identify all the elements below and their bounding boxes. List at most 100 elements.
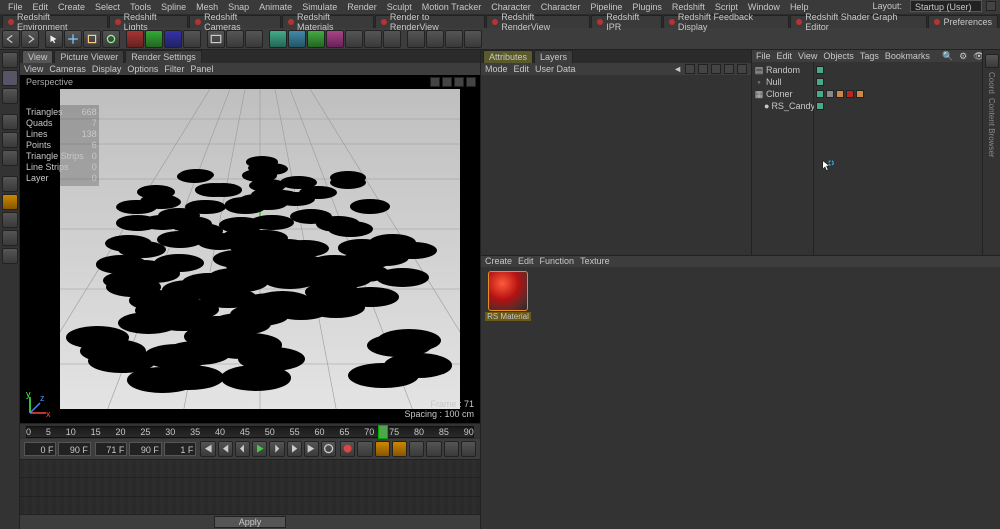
- viewport-maximize-icon[interactable]: [466, 77, 476, 87]
- viewport-menu-item[interactable]: Display: [92, 64, 122, 74]
- timeline-playhead[interactable]: [378, 425, 388, 439]
- menu-item[interactable]: Snap: [224, 2, 253, 12]
- viewport-menu-item[interactable]: View: [24, 64, 43, 74]
- goto-end-button[interactable]: [304, 441, 319, 457]
- menu-item[interactable]: Create: [54, 2, 89, 12]
- tab-redshift-environment[interactable]: Redshift Environment: [2, 15, 108, 28]
- layout-menu-icon[interactable]: [986, 1, 996, 11]
- dope-row[interactable]: [20, 497, 480, 515]
- render-button[interactable]: [207, 30, 225, 48]
- spline-tool[interactable]: [288, 30, 306, 48]
- point-mode[interactable]: [2, 114, 18, 130]
- menu-item[interactable]: Spline: [157, 2, 190, 12]
- xaxis-lock[interactable]: [126, 30, 144, 48]
- obj-menu-item[interactable]: Tags: [860, 51, 879, 61]
- tab-attributes[interactable]: Attributes: [483, 50, 533, 63]
- tab-redshift-lights[interactable]: Redshift Lights: [109, 15, 189, 28]
- tab-render-to-renderview[interactable]: Render to RenderView: [375, 15, 485, 28]
- enable-axis[interactable]: [2, 176, 18, 192]
- visibility-tag[interactable]: [816, 66, 824, 74]
- field-tool[interactable]: [426, 30, 444, 48]
- key-param-button[interactable]: [444, 441, 459, 457]
- menu-item[interactable]: Character: [487, 2, 535, 12]
- menu-item[interactable]: Motion Tracker: [418, 2, 486, 12]
- render-settings-button[interactable]: [245, 30, 263, 48]
- scale-tool[interactable]: [83, 30, 101, 48]
- undo-button[interactable]: [2, 30, 20, 48]
- tab-picture-viewer[interactable]: Picture Viewer: [54, 50, 124, 63]
- generator-tool[interactable]: [307, 30, 325, 48]
- dopesheet[interactable]: [20, 459, 480, 515]
- attr-icon[interactable]: [737, 64, 747, 74]
- menu-item[interactable]: Mesh: [192, 2, 222, 12]
- simulate-tool[interactable]: [464, 30, 482, 48]
- visibility-tag[interactable]: [816, 78, 824, 86]
- yaxis-lock[interactable]: [145, 30, 163, 48]
- tab-redshift-feedback-display[interactable]: Redshift Feedback Display: [663, 15, 789, 28]
- tab-redshift-shader-graph[interactable]: Redshift Shader Graph Editor: [790, 15, 927, 28]
- menu-item[interactable]: Select: [91, 2, 124, 12]
- tab-layers[interactable]: Layers: [534, 50, 573, 63]
- loop-button[interactable]: [321, 441, 336, 457]
- key-pla-button[interactable]: [461, 441, 476, 457]
- dynamics-tool[interactable]: [445, 30, 463, 48]
- gear-icon[interactable]: ⚙: [959, 51, 967, 62]
- mat-menu-item[interactable]: Texture: [580, 256, 610, 266]
- snap-toggle[interactable]: [2, 212, 18, 228]
- key-scale-button[interactable]: [409, 441, 424, 457]
- tree-item-null[interactable]: ◦ Null: [754, 76, 811, 88]
- select-tool[interactable]: [45, 30, 63, 48]
- attr-menu-item[interactable]: User Data: [535, 64, 576, 74]
- zaxis-lock[interactable]: [164, 30, 182, 48]
- redo-button[interactable]: [21, 30, 39, 48]
- viewport-menu-item[interactable]: Options: [127, 64, 158, 74]
- tree-item-random[interactable]: ▤ Random: [754, 64, 811, 76]
- object-tags[interactable]: [814, 62, 982, 255]
- redshift-tag[interactable]: [856, 90, 864, 98]
- attr-menu-item[interactable]: Edit: [514, 64, 530, 74]
- menu-item[interactable]: Animate: [255, 2, 296, 12]
- obj-menu-item[interactable]: View: [798, 51, 817, 61]
- object-tree[interactable]: ▤ Random ◦ Null ▦ Cloner ●: [752, 62, 814, 255]
- attr-icon[interactable]: [724, 64, 734, 74]
- rotate-tool[interactable]: [102, 30, 120, 48]
- move-tool[interactable]: [64, 30, 82, 48]
- tab-redshift-cameras[interactable]: Redshift Cameras: [189, 15, 281, 28]
- current-frame-field[interactable]: 71 F: [95, 442, 127, 456]
- render-region-button[interactable]: [226, 30, 244, 48]
- menu-item[interactable]: Tools: [126, 2, 155, 12]
- dope-row[interactable]: [20, 478, 480, 496]
- environment-tool[interactable]: [345, 30, 363, 48]
- obj-menu-item[interactable]: Edit: [777, 51, 793, 61]
- step-field[interactable]: 1 F: [164, 442, 196, 456]
- viewport-solo[interactable]: [2, 194, 18, 210]
- layout-dropdown[interactable]: Startup (User): [910, 0, 982, 12]
- play-button[interactable]: [252, 441, 267, 457]
- prev-key-button[interactable]: [218, 441, 233, 457]
- dock-label[interactable]: Content Browser: [987, 98, 996, 158]
- tab-redshift-ipr[interactable]: Redshift IPR: [591, 15, 662, 28]
- end-frame-field[interactable]: 90 F: [129, 442, 161, 456]
- mograph-tool[interactable]: [407, 30, 425, 48]
- viewport-orbit-icon[interactable]: [454, 77, 464, 87]
- visibility-tag[interactable]: [816, 102, 824, 110]
- dock-label[interactable]: Coord: [987, 72, 996, 94]
- timeline-ruler[interactable]: 051015202530354045505560657075808590: [20, 423, 480, 439]
- dope-row[interactable]: [20, 460, 480, 478]
- attr-icon[interactable]: [698, 64, 708, 74]
- deformer-tool[interactable]: [326, 30, 344, 48]
- obj-menu-item[interactable]: Objects: [823, 51, 854, 61]
- menu-item[interactable]: Pipeline: [586, 2, 626, 12]
- key-rot-button[interactable]: [426, 441, 441, 457]
- prev-frame-button[interactable]: [235, 441, 250, 457]
- menu-item[interactable]: Redshift: [668, 2, 709, 12]
- viewport-zoom-icon[interactable]: [442, 77, 452, 87]
- tree-item-cloner[interactable]: ▦ Cloner: [754, 88, 811, 100]
- menu-item[interactable]: Help: [786, 2, 813, 12]
- menu-item[interactable]: File: [4, 2, 27, 12]
- camera-tool[interactable]: [364, 30, 382, 48]
- menu-item[interactable]: Plugins: [628, 2, 666, 12]
- autokey-button[interactable]: [357, 441, 372, 457]
- next-frame-button[interactable]: [269, 441, 284, 457]
- tree-item-rs-candy[interactable]: ● RS_Candy: [754, 100, 811, 112]
